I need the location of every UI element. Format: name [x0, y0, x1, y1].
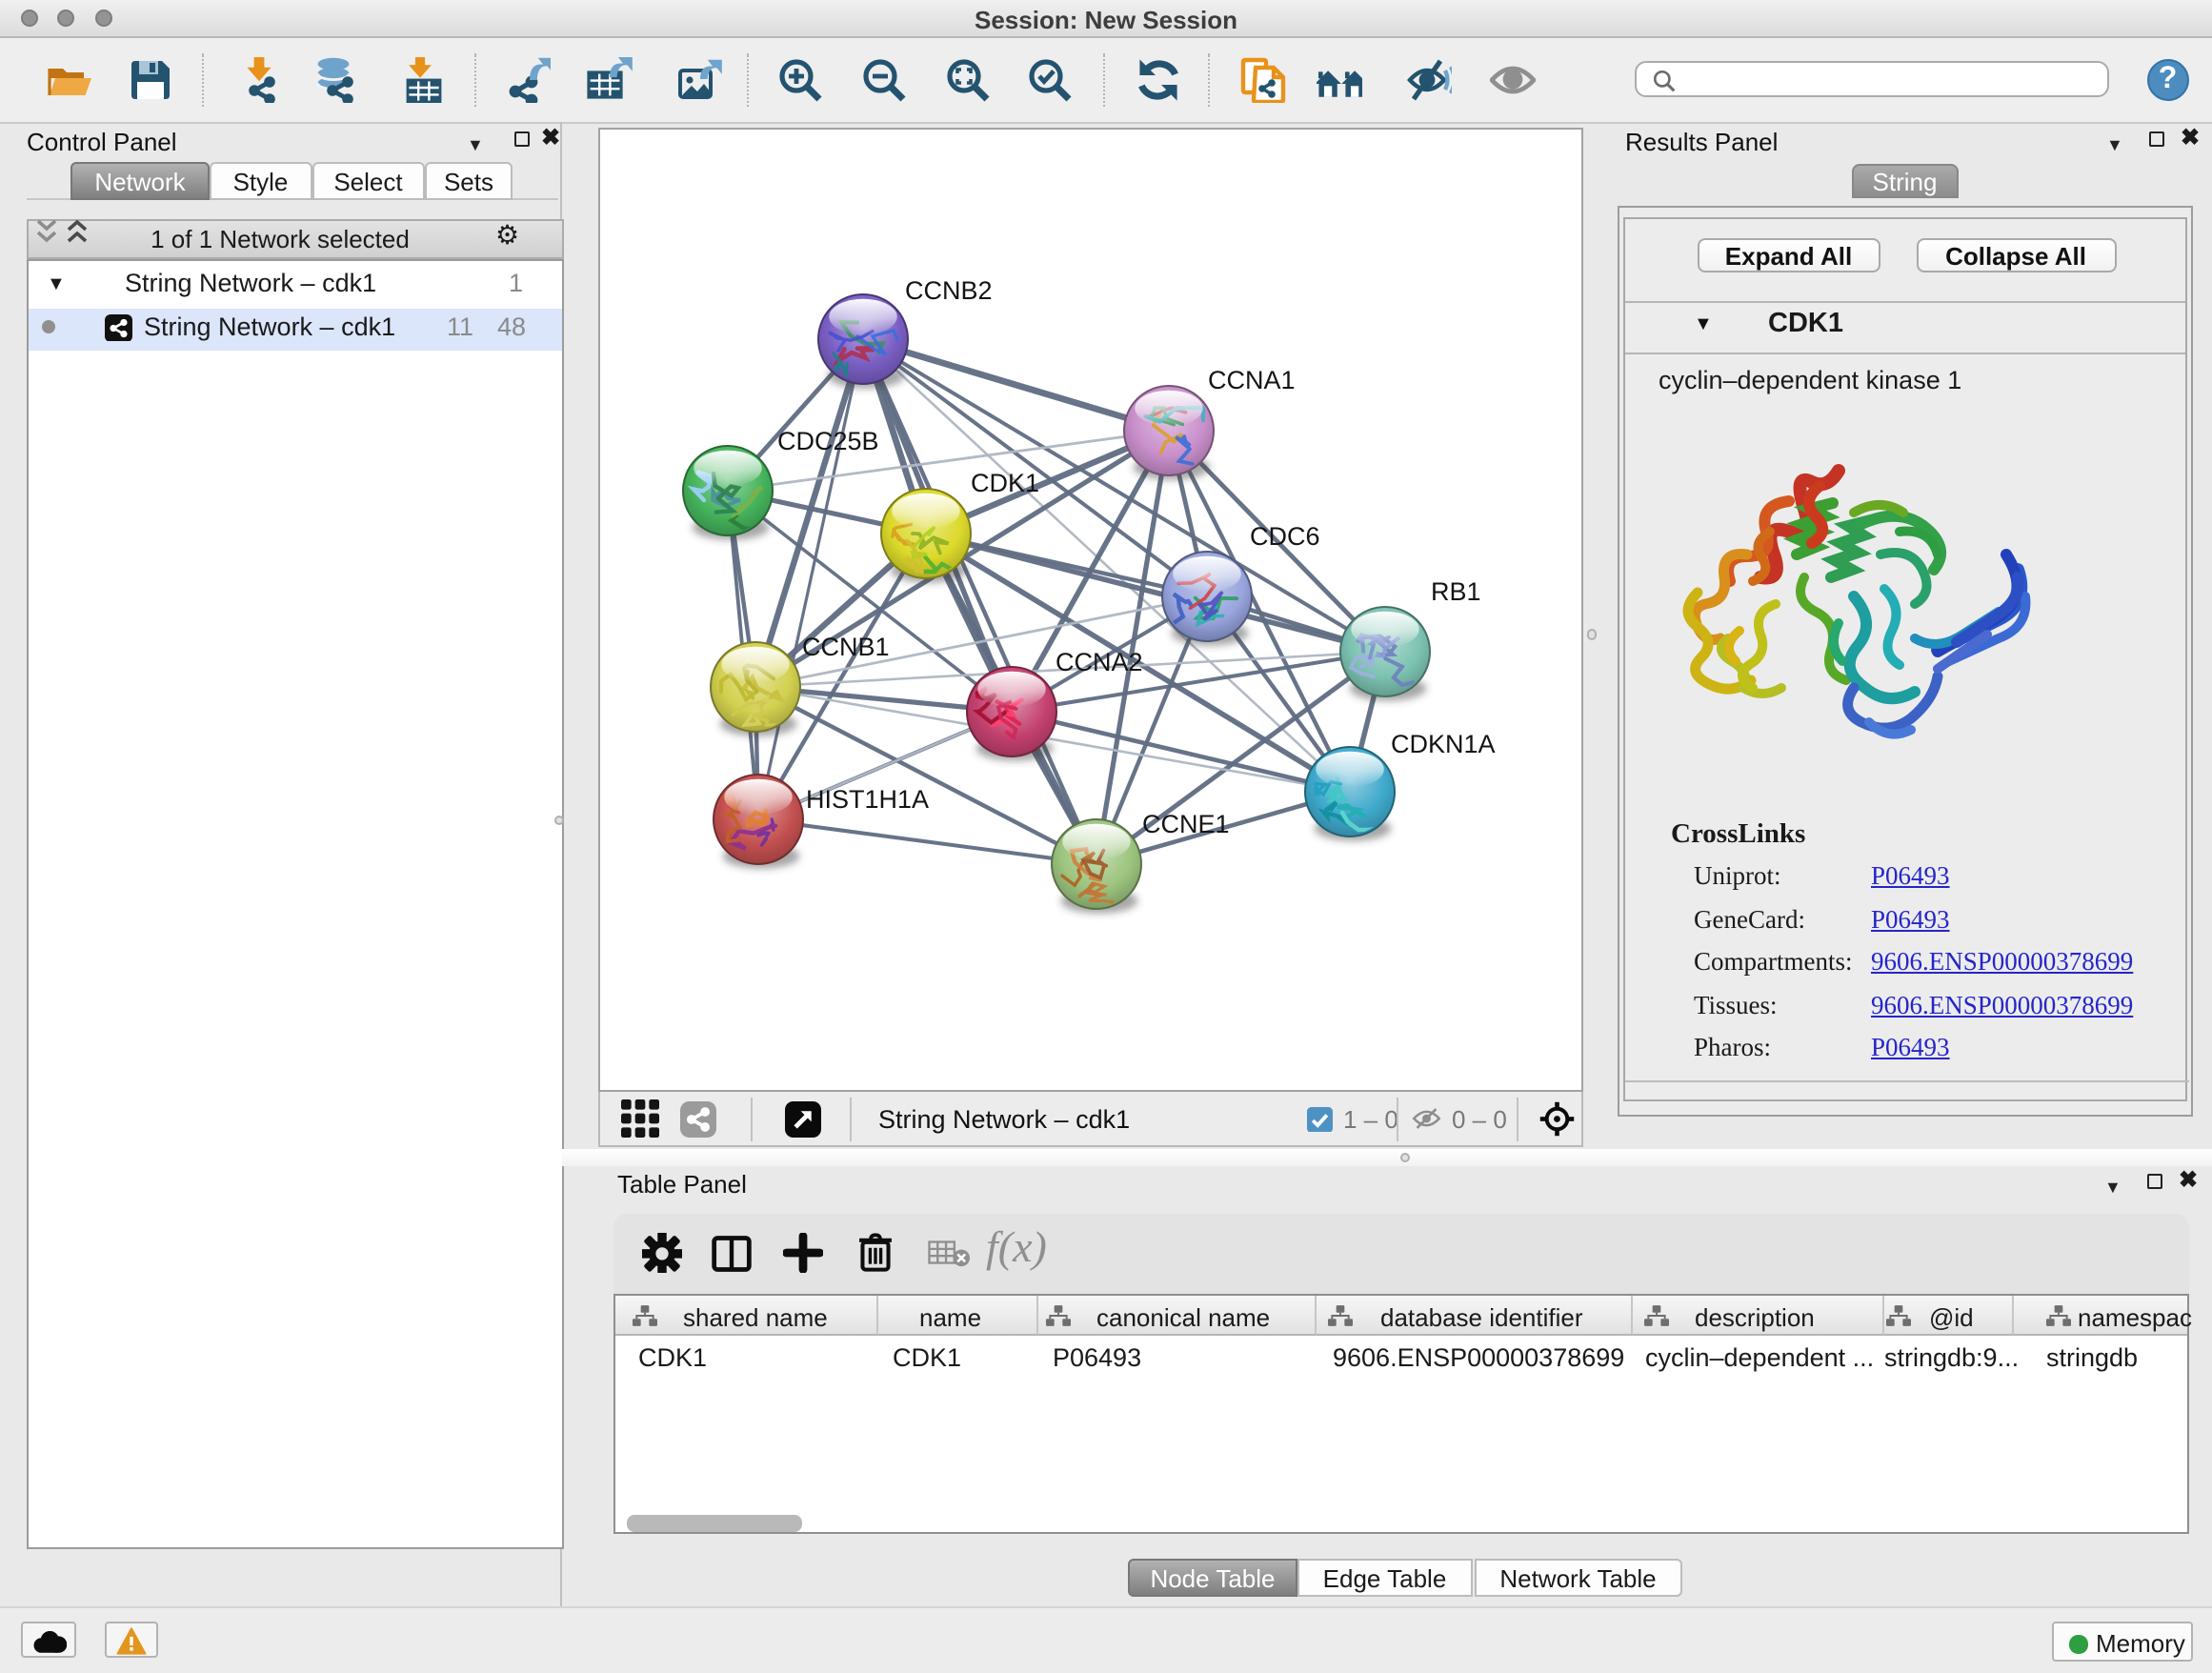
svg-text:CDC6: CDC6	[1250, 521, 1320, 550]
svg-text:CCNE1: CCNE1	[1142, 809, 1230, 837]
svg-text:RB1: RB1	[1431, 576, 1481, 605]
svg-text:CDKN1A: CDKN1A	[1391, 729, 1496, 757]
svg-text:CCNA2: CCNA2	[1056, 647, 1143, 675]
svg-text:HIST1H1A: HIST1H1A	[806, 784, 929, 813]
svg-text:CDC25B: CDC25B	[777, 426, 879, 454]
svg-text:CCNB2: CCNB2	[905, 275, 993, 304]
svg-text:CCNA1: CCNA1	[1208, 365, 1296, 393]
svg-text:CCNB1: CCNB1	[802, 632, 890, 660]
svg-text:CDK1: CDK1	[971, 468, 1039, 496]
